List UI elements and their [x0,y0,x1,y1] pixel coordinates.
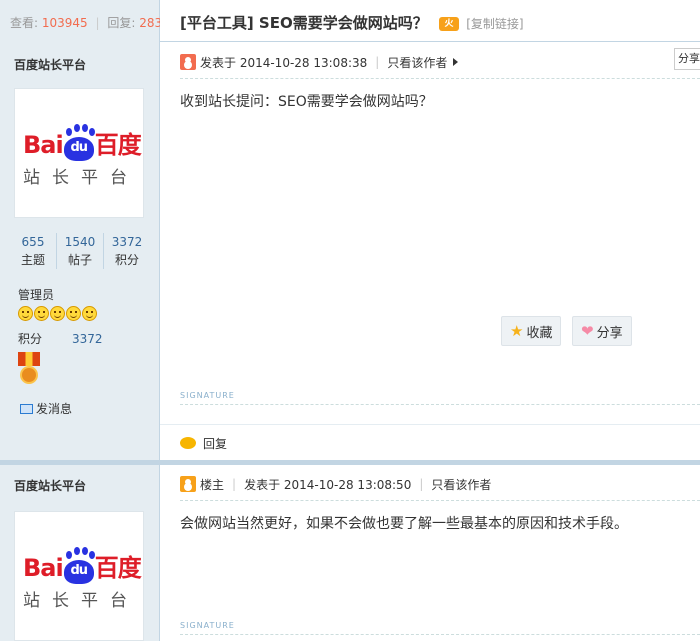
post-2-author-panel: 百度站长平台 Bai du 百度 站长平台 [0,465,160,641]
post-body: 会做网站当然更好，如果不会做也要了解一些最基本的原因和技术手段。 [180,516,628,532]
thread-stats: 查看: 103945 | 回复: 283 [10,16,163,30]
post-date: 发表于 2014-10-28 13:08:38 [200,55,368,70]
smiley-icon [82,306,97,321]
smiley-icon [50,306,65,321]
thread-stats-panel: 查看: 103945 | 回复: 283 [0,0,163,42]
post-meta: 发表于 2014-10-28 13:08:38 | 只看该作者 [180,51,459,73]
replies-count: 283 [139,16,163,30]
medal-icon[interactable] [18,352,40,384]
post-actions: 回复 [160,424,700,460]
post-1-content: 发表于 2014-10-28 13:08:38 | 只看该作者 分享 收到站长提… [160,42,700,460]
paw-icon: du [63,551,94,584]
only-author-link[interactable]: 只看该作者 [431,476,491,493]
author-name[interactable]: 百度站长平台 [14,477,86,494]
thread-title-text: [平台工具] SEO需要学会做网站吗？ [180,14,428,32]
author-stats: 655 主题 1540 帖子 3372 积分 [10,233,150,269]
thread-title: [平台工具] SEO需要学会做网站吗？ 火 [复制链接] [180,12,524,33]
user-role[interactable]: 管理员 [18,286,54,303]
post-body: 收到站长提问：SEO需要学会做网站吗？ [180,94,433,110]
stat-topics[interactable]: 655 主题 [10,233,57,269]
post-meta: 楼主 | 发表于 2014-10-28 13:08:50 | 只看该作者 [180,473,491,495]
stat-posts[interactable]: 1540 帖子 [57,233,104,269]
user-icon [180,54,196,70]
only-author-link[interactable]: 只看该作者 [387,54,447,71]
reply-button[interactable]: 回复 [180,435,227,452]
floor-label: 楼主 [200,477,225,492]
post-1-author-panel: 百度站长平台 Bai du 百度 站长平台 655 主题 1540 帖子 3372 … [0,42,160,460]
replies-label: 回复: [107,16,136,30]
star-icon: ★ [510,322,524,340]
smiley-icon [18,306,33,321]
envelope-icon [20,404,33,414]
avatar[interactable]: Bai du 百度 站长平台 [14,511,144,641]
signature-label: SIGNATURE [180,391,235,400]
baidu-logo-subtitle: 站长平台 [23,591,139,611]
heart-icon: ❤ [581,322,594,340]
smiley-icon [66,306,81,321]
paw-icon: du [63,128,94,161]
user-points: 积分 3372 [18,332,103,346]
views-count: 103945 [41,16,88,30]
share-tab[interactable]: 分享 [674,48,700,70]
speech-bubble-icon [180,437,196,449]
favorite-button[interactable]: ★ 收藏 [501,316,562,346]
smiley-icon [34,306,49,321]
triangle-right-icon[interactable] [453,58,459,66]
thread-header: [平台工具] SEO需要学会做网站吗？ 火 [复制链接] [160,0,700,42]
share-button[interactable]: ❤ 分享 [572,316,632,346]
baidu-logo: Bai du 百度 [23,128,142,161]
meta-divider [180,78,700,79]
send-message-link[interactable]: 发消息 [20,400,72,417]
avatar[interactable]: Bai du 百度 站长平台 [14,88,144,218]
signature-divider [180,634,700,635]
baidu-logo-subtitle: 站长平台 [23,168,139,188]
views-label: 查看: [10,16,39,30]
baidu-logo: Bai du 百度 [23,551,142,584]
signature-label: SIGNATURE [180,621,235,630]
copy-link[interactable]: [复制链接] [466,17,523,31]
meta-divider [180,500,700,501]
post-date: 发表于 2014-10-28 13:08:50 [244,477,412,492]
stat-points[interactable]: 3372 积分 [104,233,150,269]
author-name[interactable]: 百度站长平台 [14,56,86,73]
hot-icon: 火 [438,17,459,31]
user-icon [180,476,196,492]
post-2-content: 楼主 | 发表于 2014-10-28 13:08:50 | 只看该作者 会做网… [160,465,700,641]
rank-smileys [18,306,97,321]
signature-divider [180,404,700,405]
